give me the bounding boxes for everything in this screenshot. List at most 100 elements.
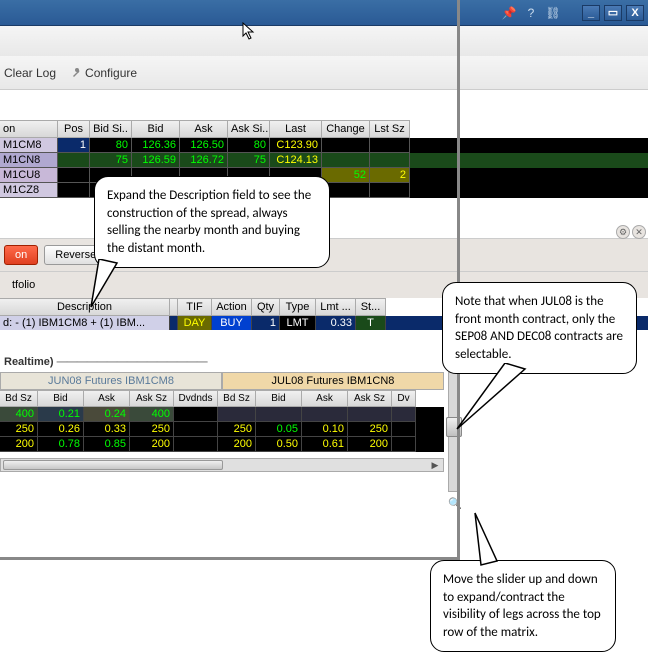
mcell: 400 — [130, 407, 174, 422]
mcell: 0.85 — [84, 437, 130, 452]
cell-bidsize: 80 — [90, 138, 132, 153]
col-spacer — [170, 298, 178, 316]
mcell — [392, 437, 416, 452]
realtime-matrix: JUN08 Futures IBM1CM8 JUL08 Futures IBM1… — [0, 372, 444, 472]
zoom-out-icon[interactable]: 🔍 — [448, 496, 462, 510]
col-tif[interactable]: TIF — [178, 298, 212, 316]
pin-icon[interactable]: 📌 — [500, 4, 518, 22]
cell-symbol: M1CZ8 — [0, 183, 58, 198]
cell-action[interactable]: BUY — [212, 316, 252, 330]
help-icon[interactable]: ? — [522, 4, 540, 22]
mcol-dvdnds[interactable]: Dvdnds — [174, 390, 218, 407]
mcell: 400 — [0, 407, 38, 422]
annotation-callout-slider: Move the slider up and down to expand/co… — [430, 560, 616, 652]
matrix-header-row: Bd Sz Bid Ask Ask Sz Dvdnds Bd Sz Bid As… — [0, 390, 444, 407]
tab-portfolio[interactable]: tfolio — [6, 276, 41, 294]
mcol-asksz2[interactable]: Ask Sz — [348, 390, 392, 407]
link-icon[interactable]: ⛓ — [544, 4, 562, 22]
leg-header-1[interactable]: JUN08 Futures IBM1CM8 — [0, 372, 222, 390]
col-action[interactable]: Action — [212, 298, 252, 316]
cell-type[interactable]: LMT — [280, 316, 316, 330]
col-last[interactable]: Last — [270, 120, 322, 138]
leg-header-2[interactable]: JUL08 Futures IBM1CN8 — [222, 372, 444, 390]
clear-log-button[interactable]: Clear Log — [4, 66, 56, 80]
cell-symbol: M1CU8 — [0, 168, 58, 183]
mcell: 0.10 — [302, 422, 348, 437]
col-bidsize[interactable]: Bid Si.. — [90, 120, 132, 138]
mcol-bid[interactable]: Bid — [38, 390, 84, 407]
close-button[interactable]: X — [626, 5, 644, 21]
cell-ask: 126.72 — [180, 153, 228, 168]
matrix-horizontal-scrollbar[interactable]: ▶ — [0, 458, 444, 472]
mcell: 250 — [0, 422, 38, 437]
cell-asksize: 80 — [228, 138, 270, 153]
cell-lastsize — [370, 153, 410, 168]
mcol-bdsz2[interactable]: Bd Sz — [218, 390, 256, 407]
mcell: 0.61 — [302, 437, 348, 452]
mcell: 200 — [348, 437, 392, 452]
scrollbar-thumb[interactable] — [3, 460, 223, 470]
mcell — [174, 407, 218, 422]
mcell: 0.24 — [84, 407, 130, 422]
mcell: 0.21 — [38, 407, 84, 422]
mcell: 200 — [0, 437, 38, 452]
cell-pos: 1 — [58, 138, 90, 153]
col-description[interactable]: Description — [0, 298, 170, 316]
mcell: 250 — [348, 422, 392, 437]
col-status[interactable]: St... — [356, 298, 386, 316]
matrix-row[interactable]: 250 0.26 0.33 250 250 0.05 0.10 250 — [0, 422, 444, 437]
cell-bid: 126.36 — [132, 138, 180, 153]
callout-text: Note that when JUL08 is the front month … — [455, 294, 623, 362]
mcell: 0.50 — [256, 437, 302, 452]
col-pos[interactable]: Pos — [58, 120, 90, 138]
action-on-button[interactable]: on — [4, 245, 38, 265]
cell-limit[interactable]: 0.33 — [316, 316, 356, 330]
cell-pos — [58, 153, 90, 168]
col-ask[interactable]: Ask — [180, 120, 228, 138]
col-type[interactable]: Type — [280, 298, 316, 316]
mcol-dv2[interactable]: Dv — [392, 390, 416, 407]
callout-text: Move the slider up and down to expand/co… — [443, 572, 601, 640]
secondary-toolbar: Clear Log Configure — [0, 56, 648, 90]
mcol-bdsz[interactable]: Bd Sz — [0, 390, 38, 407]
mcell — [392, 422, 416, 437]
mcol-ask2[interactable]: Ask — [302, 390, 348, 407]
cell-symbol: M1CM8 — [0, 138, 58, 153]
mcol-bid2[interactable]: Bid — [256, 390, 302, 407]
mcell: 200 — [218, 437, 256, 452]
cell-status[interactable]: T — [356, 316, 386, 330]
annotation-callout-frontmonth: Note that when JUL08 is the front month … — [442, 282, 637, 374]
col-symbol[interactable]: on — [0, 120, 58, 138]
mcell: 0.78 — [38, 437, 84, 452]
col-limit[interactable]: Lmt ... — [316, 298, 356, 316]
cell-lastsize: 2 — [370, 168, 410, 183]
cell-lastsize — [370, 138, 410, 153]
panel-config-icon[interactable]: ⚙ — [616, 225, 630, 239]
mcol-asksz[interactable]: Ask Sz — [130, 390, 174, 407]
scroll-right-icon[interactable]: ▶ — [429, 460, 441, 470]
configure-button[interactable]: Configure — [70, 66, 137, 80]
matrix-row[interactable]: 400 0.21 0.24 400 — [0, 407, 444, 422]
cell-description[interactable]: d: - (1) IBM1CM8 + (1) IBM... — [0, 316, 170, 330]
cell-qty[interactable]: 1 — [252, 316, 280, 330]
quotes-row[interactable]: M1CM8 1 80 126.36 126.50 80 C123.90 — [0, 138, 648, 153]
cell-last: C124.13 — [270, 153, 322, 168]
col-lastsize[interactable]: Lst Sz — [370, 120, 410, 138]
quotes-row[interactable]: M1CN8 75 126.59 126.72 75 C124.13 — [0, 153, 648, 168]
col-qty[interactable]: Qty — [252, 298, 280, 316]
col-bid[interactable]: Bid — [132, 120, 180, 138]
matrix-row[interactable]: 200 0.78 0.85 200 200 0.50 0.61 200 — [0, 437, 444, 452]
cell-ask: 126.50 — [180, 138, 228, 153]
col-change[interactable]: Change — [322, 120, 370, 138]
panel-close-icon[interactable]: ✕ — [632, 225, 646, 239]
mcell — [218, 407, 256, 422]
mcol-ask[interactable]: Ask — [84, 390, 130, 407]
col-asksize[interactable]: Ask Si.. — [228, 120, 270, 138]
maximize-button[interactable]: ▭ — [604, 5, 622, 21]
minimize-button[interactable]: _ — [582, 5, 600, 21]
mcell — [174, 437, 218, 452]
cell-lastsize — [370, 183, 410, 198]
mcell: 250 — [218, 422, 256, 437]
wrench-icon — [70, 67, 82, 79]
cell-tif[interactable]: DAY — [178, 316, 212, 330]
